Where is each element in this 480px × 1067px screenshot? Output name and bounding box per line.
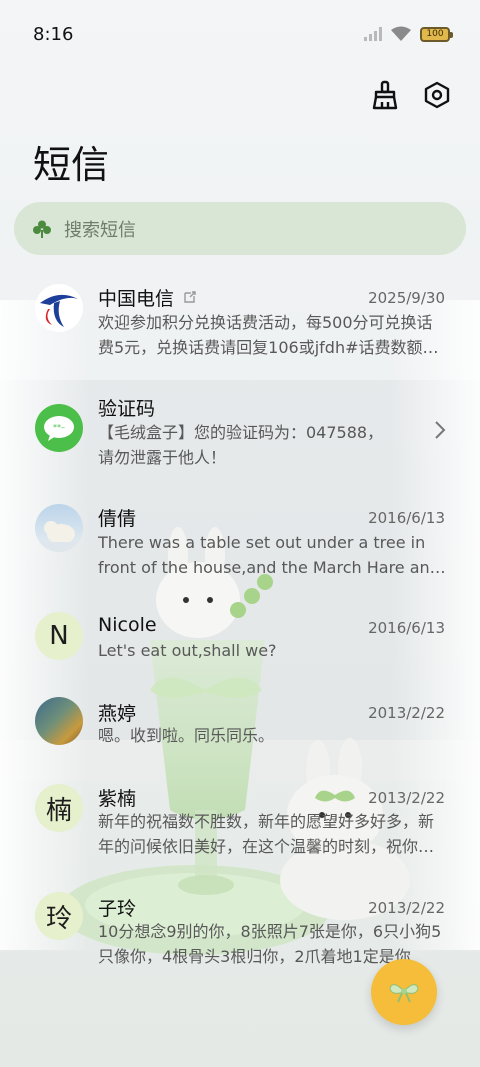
conversation-preview: Let's eat out,shall we?	[98, 641, 277, 660]
avatar: 楠	[35, 784, 83, 832]
search-bar[interactable]: 搜索短信	[14, 202, 466, 255]
status-bar: 8:16 100	[0, 0, 480, 68]
conversation-name: 倩倩	[98, 508, 137, 530]
conversation-date: 2013/2/22	[368, 704, 445, 722]
settings-button[interactable]	[420, 78, 454, 112]
status-icons: 100	[364, 26, 453, 42]
avatar: 玲	[35, 892, 83, 940]
settings-hexagon-icon	[424, 81, 450, 109]
conversation-item[interactable]: 中国电信 2025/9/30 欢迎参加积分兑换话费活动，每500分可兑换话费5元…	[0, 272, 480, 372]
message-bubble-icon: **–	[35, 404, 83, 452]
conversation-date: 2013/2/22	[368, 789, 445, 807]
search-input[interactable]: 搜索短信	[64, 216, 136, 242]
landscape-photo	[35, 697, 83, 745]
conversation-date: 2016/6/13	[368, 509, 445, 527]
conversation-name: Nicole	[98, 614, 157, 636]
conversation-name: 紫楠	[98, 788, 137, 810]
conversation-name: 子玲	[98, 898, 137, 920]
avatar: N	[35, 612, 83, 660]
wifi-icon	[391, 26, 411, 41]
clean-brush-button[interactable]	[368, 78, 402, 112]
status-time: 8:16	[33, 23, 74, 45]
conversation-date: 2016/6/13	[368, 619, 445, 637]
china-telecom-logo-icon	[35, 284, 83, 332]
page-title: 短信	[33, 143, 110, 187]
conversation-date: 2013/2/22	[368, 899, 445, 917]
polar-bear-photo	[35, 504, 83, 552]
bow-icon	[389, 984, 419, 1003]
conversation-preview: 嗯。收到啦。同乐同乐。	[98, 726, 275, 745]
conversation-preview: There was a table set out under a tree i…	[98, 533, 440, 577]
signal-icon	[364, 27, 382, 41]
conversation-item[interactable]: 楠 紫楠 2013/2/22 新年的祝福数不胜数，新年的愿望好多好多，新年的问候…	[0, 772, 480, 872]
conversation-name: 验证码	[98, 398, 156, 420]
top-actions	[368, 78, 454, 112]
conversation-name: 燕婷	[98, 703, 137, 725]
clover-icon	[33, 220, 51, 238]
conversation-preview: 欢迎参加积分兑换话费活动，每500分可兑换话费5元，兑换话费请回复106或jfd…	[98, 313, 439, 357]
external-link-icon	[184, 291, 196, 303]
conversation-preview: 新年的祝福数不胜数，新年的愿望好多好多，新年的问候依旧美好，在这个温馨的时刻，祝…	[98, 812, 435, 856]
brush-icon	[372, 80, 398, 110]
svg-text:**–: **–	[53, 423, 65, 432]
chevron-right-icon	[435, 421, 446, 439]
conversation-date: 2025/9/30	[368, 289, 445, 307]
new-message-button[interactable]	[371, 959, 437, 1025]
conversation-item[interactable]: **– 验证码 【毛绒盒子】您的验证码为：047588，请勿泄露于他人！	[0, 382, 480, 482]
battery-icon: 100	[420, 26, 453, 42]
conversation-preview: 【毛绒盒子】您的验证码为：047588，请勿泄露于他人！	[98, 423, 384, 467]
conversation-item[interactable]: 倩倩 2016/6/13 There was a table set out u…	[0, 492, 480, 592]
conversation-name: 中国电信	[98, 288, 175, 310]
